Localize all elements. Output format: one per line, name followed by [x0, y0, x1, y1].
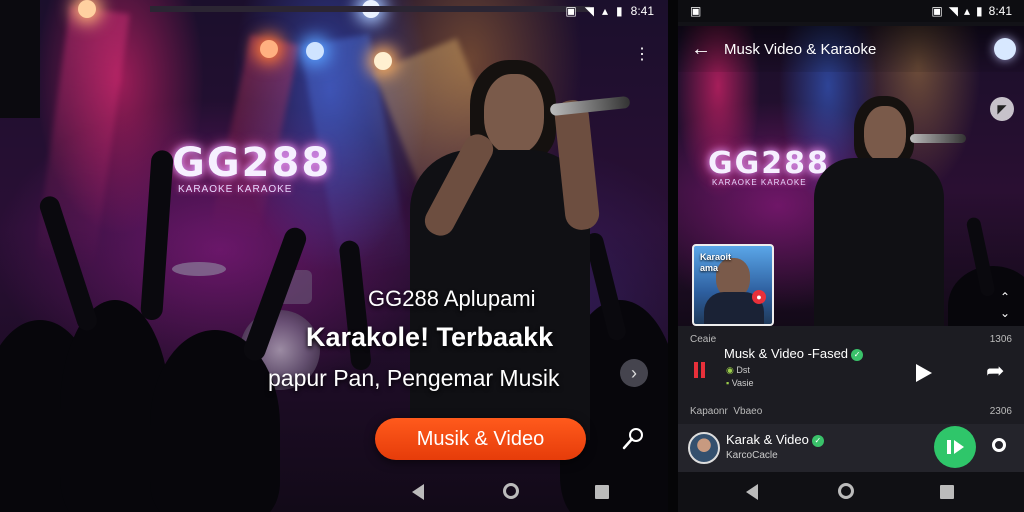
led-sign-sub: KARAOKE KARAOKE [712, 178, 807, 187]
hero-headline: Karakole! Terbaakk [306, 322, 554, 352]
playlist-panel: Ceaie 1306 Musk & Video -Fased ✓ ◉ Dst ▪ … [678, 326, 1024, 472]
wifi-icon: ◥ [948, 4, 958, 18]
track-sub: KarcoCacle [726, 450, 778, 461]
nav-home-button[interactable] [503, 483, 519, 499]
collapse-icon[interactable]: ⌄ [1000, 306, 1010, 320]
battery-icon: ▮ [616, 4, 623, 18]
microphone-icon [549, 95, 631, 117]
status-bar: ▣ ◥ ▴ ▮ 8:41 [565, 0, 654, 22]
led-sign: GG288 [708, 146, 830, 181]
nav-bar [0, 472, 668, 512]
search-icon[interactable] [618, 424, 648, 454]
signal-icon: ▴ [602, 4, 609, 18]
pip-icon[interactable]: ◤ [990, 97, 1014, 121]
nav-back-button[interactable] [746, 484, 758, 500]
verified-icon: ✓ [851, 348, 864, 361]
screen-divider [668, 0, 678, 512]
fullscreen-icon[interactable]: ⌃ [1000, 290, 1010, 304]
share-icon[interactable]: ⋮ [634, 44, 650, 64]
microphone-icon [910, 134, 966, 143]
app-bar: ← Musk Video & Karaoke [678, 26, 1024, 72]
avatar [688, 432, 720, 464]
tag-icon: ▪ [726, 378, 730, 388]
play-icon[interactable] [916, 364, 932, 382]
singer-face [484, 74, 544, 154]
status-time: 8:41 [630, 4, 654, 18]
led-sign: GG288 [172, 140, 332, 186]
mini-player-label: Karaoit ama [700, 252, 732, 273]
led-sign-sub: KARAOKE KARAOKE [178, 184, 293, 195]
notification-icon: ▣ [565, 4, 577, 18]
stage-truss [150, 6, 590, 12]
rating-icon: ◉ [726, 365, 734, 375]
status-bar: ▣ ▣ ◥ ▴ ▮ 8:41 [678, 0, 1024, 22]
notification-icon: ▣ [931, 4, 943, 18]
singer-face [864, 106, 906, 162]
promo-screen: GG288 KARAOKE KARAOKE ▣ ◥ ▴ ▮ 8:41 ⋮ GG2… [0, 0, 668, 512]
play-pause-button[interactable] [934, 426, 976, 468]
nav-recents-button[interactable] [595, 485, 609, 499]
track-meta: ◉ Dst ▪ Vasie [726, 365, 754, 388]
battery-icon: ▮ [976, 4, 983, 18]
section-header: Kapaonr Vbaeo 2306 [690, 406, 1012, 417]
signal-icon: ▴ [964, 4, 971, 18]
raised-arm [140, 149, 174, 321]
track-title: Karak & Video ✓ [726, 432, 824, 447]
nav-back-button[interactable] [412, 484, 424, 500]
stage-light-beam [208, 34, 300, 241]
nav-recents-button[interactable] [940, 485, 954, 499]
back-arrow-icon[interactable]: ← [678, 26, 724, 72]
nav-bar [678, 472, 1024, 512]
stage-light [260, 40, 278, 58]
hero-subtitle: papur Pan, Pengemar Musik [268, 365, 560, 391]
profile-icon[interactable] [994, 38, 1016, 60]
wifi-icon: ◥ [584, 4, 594, 18]
stage-light [306, 42, 324, 60]
notification-icon: ▣ [690, 4, 702, 18]
settings-icon[interactable] [992, 438, 1006, 452]
pause-icon[interactable] [694, 362, 708, 378]
status-time: 8:41 [988, 4, 1012, 18]
hero-title: GG288 Aplupami [368, 286, 536, 311]
stage-light [374, 52, 392, 70]
singer-shirt [814, 158, 944, 326]
track-row[interactable]: Musk & Video -Fased ✓ ◉ Dst ▪ Vasie ➦ [678, 344, 1024, 398]
next-arrow-icon[interactable]: › [620, 359, 648, 387]
speaker [0, 0, 40, 118]
verified-icon: ✓ [811, 434, 824, 447]
track-row[interactable]: Karak & Video ✓ KarcoCacle [678, 424, 1024, 472]
stage-light [78, 0, 96, 18]
nav-home-button[interactable] [838, 483, 854, 499]
drum-kit [172, 262, 226, 276]
record-badge: ● [752, 290, 766, 304]
player-screen: ▣ ▣ ◥ ▴ ▮ 8:41 GG288 KARAOKE KARAOKE ← M… [678, 0, 1024, 512]
track-title: Musk & Video -Fased ✓ [724, 346, 864, 361]
share-arrow-icon[interactable]: ➦ [986, 358, 1004, 384]
musik-video-button[interactable]: Musik & Video [375, 418, 586, 460]
mini-player-thumbnail[interactable]: Karaoit ama ● [692, 244, 774, 326]
app-bar-title: Musk Video & Karaoke [724, 40, 877, 58]
